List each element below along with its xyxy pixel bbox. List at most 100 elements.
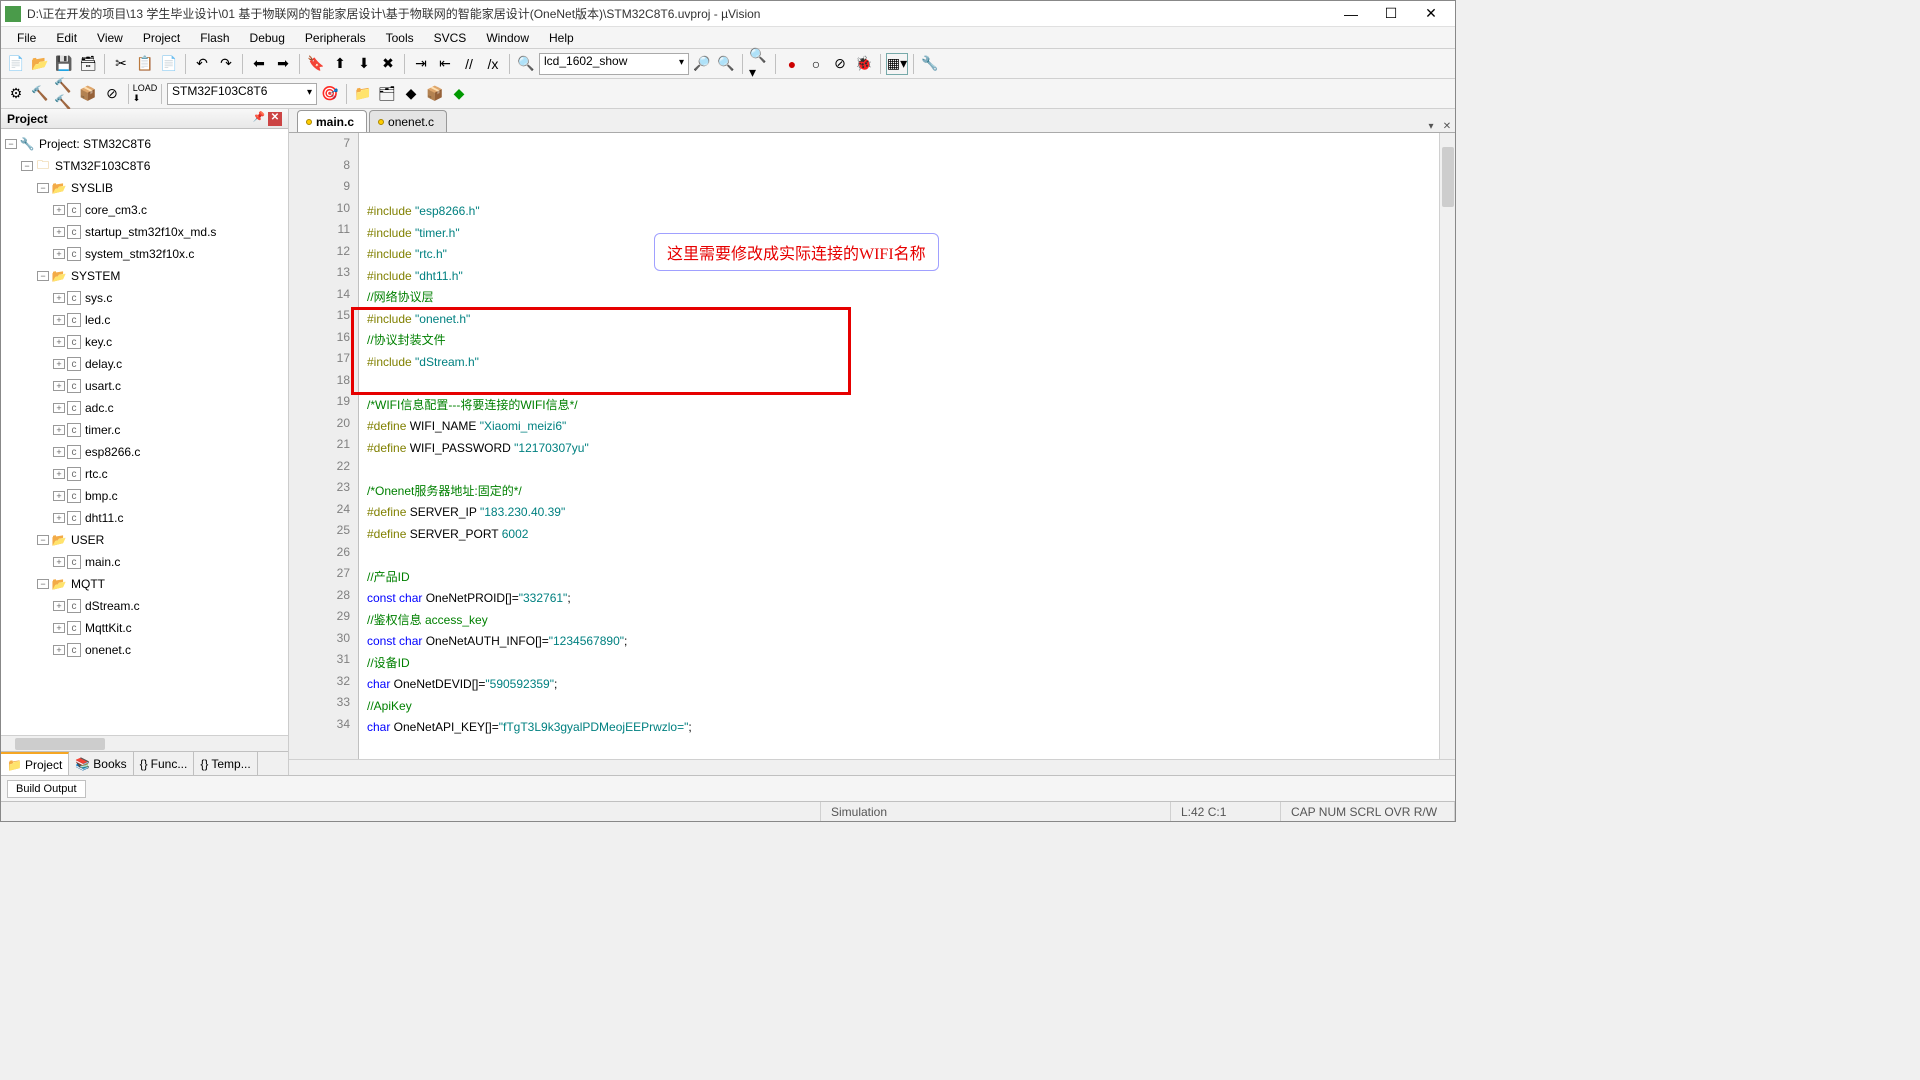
tree-file-rtc-c[interactable]: +crtc.c (1, 463, 288, 485)
sidebar-tab-func[interactable]: {}Func... (134, 752, 195, 775)
tree-file-usart-c[interactable]: +cusart.c (1, 375, 288, 397)
batch-build-icon[interactable]: 📦 (77, 83, 99, 105)
code-line[interactable]: //产品ID (367, 567, 1439, 589)
multi-project-icon[interactable]: 🗂 (376, 83, 398, 105)
download-icon[interactable]: LOAD⬇ (134, 83, 156, 105)
code-line[interactable]: #define WIFI_PASSWORD "12170307yu" (367, 438, 1439, 460)
select-packs-icon[interactable]: 📦 (424, 83, 446, 105)
sidebar-tab-temp[interactable]: {}Temp... (194, 752, 257, 775)
menu-peripherals[interactable]: Peripherals (295, 29, 376, 47)
tree-file-main-c[interactable]: +cmain.c (1, 551, 288, 573)
menu-debug[interactable]: Debug (240, 29, 295, 47)
build-output-tab[interactable]: Build Output (7, 780, 86, 798)
tree-file-dht11-c[interactable]: +cdht11.c (1, 507, 288, 529)
tree-file-bmp-c[interactable]: +cbmp.c (1, 485, 288, 507)
menu-flash[interactable]: Flash (190, 29, 239, 47)
menu-project[interactable]: Project (133, 29, 190, 47)
tree-file-MqttKit-c[interactable]: +cMqttKit.c (1, 617, 288, 639)
stop-build-icon[interactable]: ⊘ (101, 83, 123, 105)
new-file-icon[interactable]: 📄 (5, 53, 27, 75)
code-line[interactable]: #define WIFI_NAME "Xiaomi_meizi6" (367, 416, 1439, 438)
build-icon[interactable]: 🔨 (29, 83, 51, 105)
menu-help[interactable]: Help (539, 29, 584, 47)
save-icon[interactable]: 💾 (53, 53, 75, 75)
window-layout-icon[interactable]: ▦▾ (886, 53, 908, 75)
pack-installer-icon[interactable]: ◆ (448, 83, 470, 105)
editor-hscrollbar[interactable] (289, 759, 1455, 775)
tree-group-mqtt[interactable]: −📂MQTT (1, 573, 288, 595)
editor-vscrollbar[interactable] (1439, 133, 1455, 759)
bookmark-prev-icon[interactable]: ⬆ (329, 53, 351, 75)
code-line[interactable]: char OneNetDEVID[]="590592359"; (367, 674, 1439, 696)
tree-file-system_stm32f10x-c[interactable]: +csystem_stm32f10x.c (1, 243, 288, 265)
copy-icon[interactable]: 📋 (134, 53, 156, 75)
manage-project-icon[interactable]: 📁 (352, 83, 374, 105)
minimize-button[interactable]: — (1331, 3, 1371, 25)
editor-tab-onenet-c[interactable]: onenet.c (369, 110, 447, 132)
uncomment-icon[interactable]: /x (482, 53, 504, 75)
sidebar-tab-project[interactable]: 📁Project (1, 752, 69, 775)
tab-menu-icon[interactable]: ▾ (1423, 121, 1439, 132)
tree-file-timer-c[interactable]: +ctimer.c (1, 419, 288, 441)
code-line[interactable]: #include "esp8266.h" (367, 201, 1439, 223)
code-line[interactable]: const char OneNetAUTH_INFO[]="1234567890… (367, 631, 1439, 653)
bookmark-icon[interactable]: 🔖 (305, 53, 327, 75)
code-line[interactable]: #include "onenet.h" (367, 309, 1439, 331)
code-line[interactable]: const char OneNetPROID[]="332761"; (367, 588, 1439, 610)
editor-tab-main-c[interactable]: main.c (297, 110, 367, 132)
code-line[interactable]: #include "dStream.h" (367, 352, 1439, 374)
breakpoint-disable-icon[interactable]: ○ (805, 53, 827, 75)
code-editor[interactable]: 这里需要修改成实际连接的WIFI名称 #include "esp8266.h"#… (359, 133, 1439, 759)
code-line[interactable] (367, 545, 1439, 567)
tree-file-startup_stm32f10x_md-s[interactable]: +cstartup_stm32f10x_md.s (1, 221, 288, 243)
menu-window[interactable]: Window (476, 29, 539, 47)
code-line[interactable]: //网络协议层 (367, 287, 1439, 309)
outdent-icon[interactable]: ⇤ (434, 53, 456, 75)
code-line[interactable]: //协议封装文件 (367, 330, 1439, 352)
tree-file-led-c[interactable]: +cled.c (1, 309, 288, 331)
menu-tools[interactable]: Tools (376, 29, 424, 47)
code-line[interactable]: #define SERVER_PORT 6002 (367, 524, 1439, 546)
configure-icon[interactable]: 🔧 (919, 53, 941, 75)
target-options-icon[interactable]: 🎯 (319, 83, 341, 105)
debug-icon[interactable]: 🔍▾ (748, 53, 770, 75)
redo-icon[interactable]: ↷ (215, 53, 237, 75)
tree-file-adc-c[interactable]: +cadc.c (1, 397, 288, 419)
indent-icon[interactable]: ⇥ (410, 53, 432, 75)
cut-icon[interactable]: ✂ (110, 53, 132, 75)
tab-close-icon[interactable]: ✕ (1439, 121, 1455, 132)
code-line[interactable]: //鉴权信息 access_key (367, 610, 1439, 632)
comment-icon[interactable]: // (458, 53, 480, 75)
code-line[interactable]: //ApiKey (367, 696, 1439, 718)
tree-group-system[interactable]: −📂SYSTEM (1, 265, 288, 287)
save-all-icon[interactable]: 🗃 (77, 53, 99, 75)
sidebar-hscrollbar[interactable] (1, 735, 288, 751)
manage-rte-icon[interactable]: ◆ (400, 83, 422, 105)
code-line[interactable]: //设备ID (367, 653, 1439, 675)
code-line[interactable]: /*WIFI信息配置---将要连接的WIFI信息*/ (367, 395, 1439, 417)
tree-group-syslib[interactable]: −📂SYSLIB (1, 177, 288, 199)
incremental-find-icon[interactable]: 🔍 (715, 53, 737, 75)
tree-target[interactable]: −🗀STM32F103C8T6 (1, 155, 288, 177)
menu-edit[interactable]: Edit (46, 29, 87, 47)
tree-file-key-c[interactable]: +ckey.c (1, 331, 288, 353)
breakpoint-icon[interactable]: ● (781, 53, 803, 75)
tree-file-esp8266-c[interactable]: +cesp8266.c (1, 441, 288, 463)
paste-icon[interactable]: 📄 (158, 53, 180, 75)
sidebar-tab-books[interactable]: 📚Books (69, 752, 133, 775)
tree-project-root[interactable]: −🔧Project: STM32C8T6 (1, 133, 288, 155)
close-button[interactable]: ✕ (1411, 3, 1451, 25)
pin-icon[interactable]: 📌 (252, 112, 266, 126)
tree-file-sys-c[interactable]: +csys.c (1, 287, 288, 309)
tree-file-onenet-c[interactable]: +conenet.c (1, 639, 288, 661)
rebuild-icon[interactable]: 🔨🔨 (53, 83, 75, 105)
menu-view[interactable]: View (87, 29, 133, 47)
code-line[interactable] (367, 739, 1439, 760)
tree-file-core_cm3-c[interactable]: +ccore_cm3.c (1, 199, 288, 221)
code-line[interactable]: #define SERVER_IP "183.230.40.39" (367, 502, 1439, 524)
open-icon[interactable]: 📂 (29, 53, 51, 75)
breakpoint-kill-icon[interactable]: ⊘ (829, 53, 851, 75)
project-tree[interactable]: −🔧Project: STM32C8T6−🗀STM32F103C8T6−📂SYS… (1, 129, 288, 735)
nav-forward-icon[interactable]: ➡ (272, 53, 294, 75)
code-line[interactable]: char OneNetAPI_KEY[]="fTgT3L9k3gyalPDMeo… (367, 717, 1439, 739)
